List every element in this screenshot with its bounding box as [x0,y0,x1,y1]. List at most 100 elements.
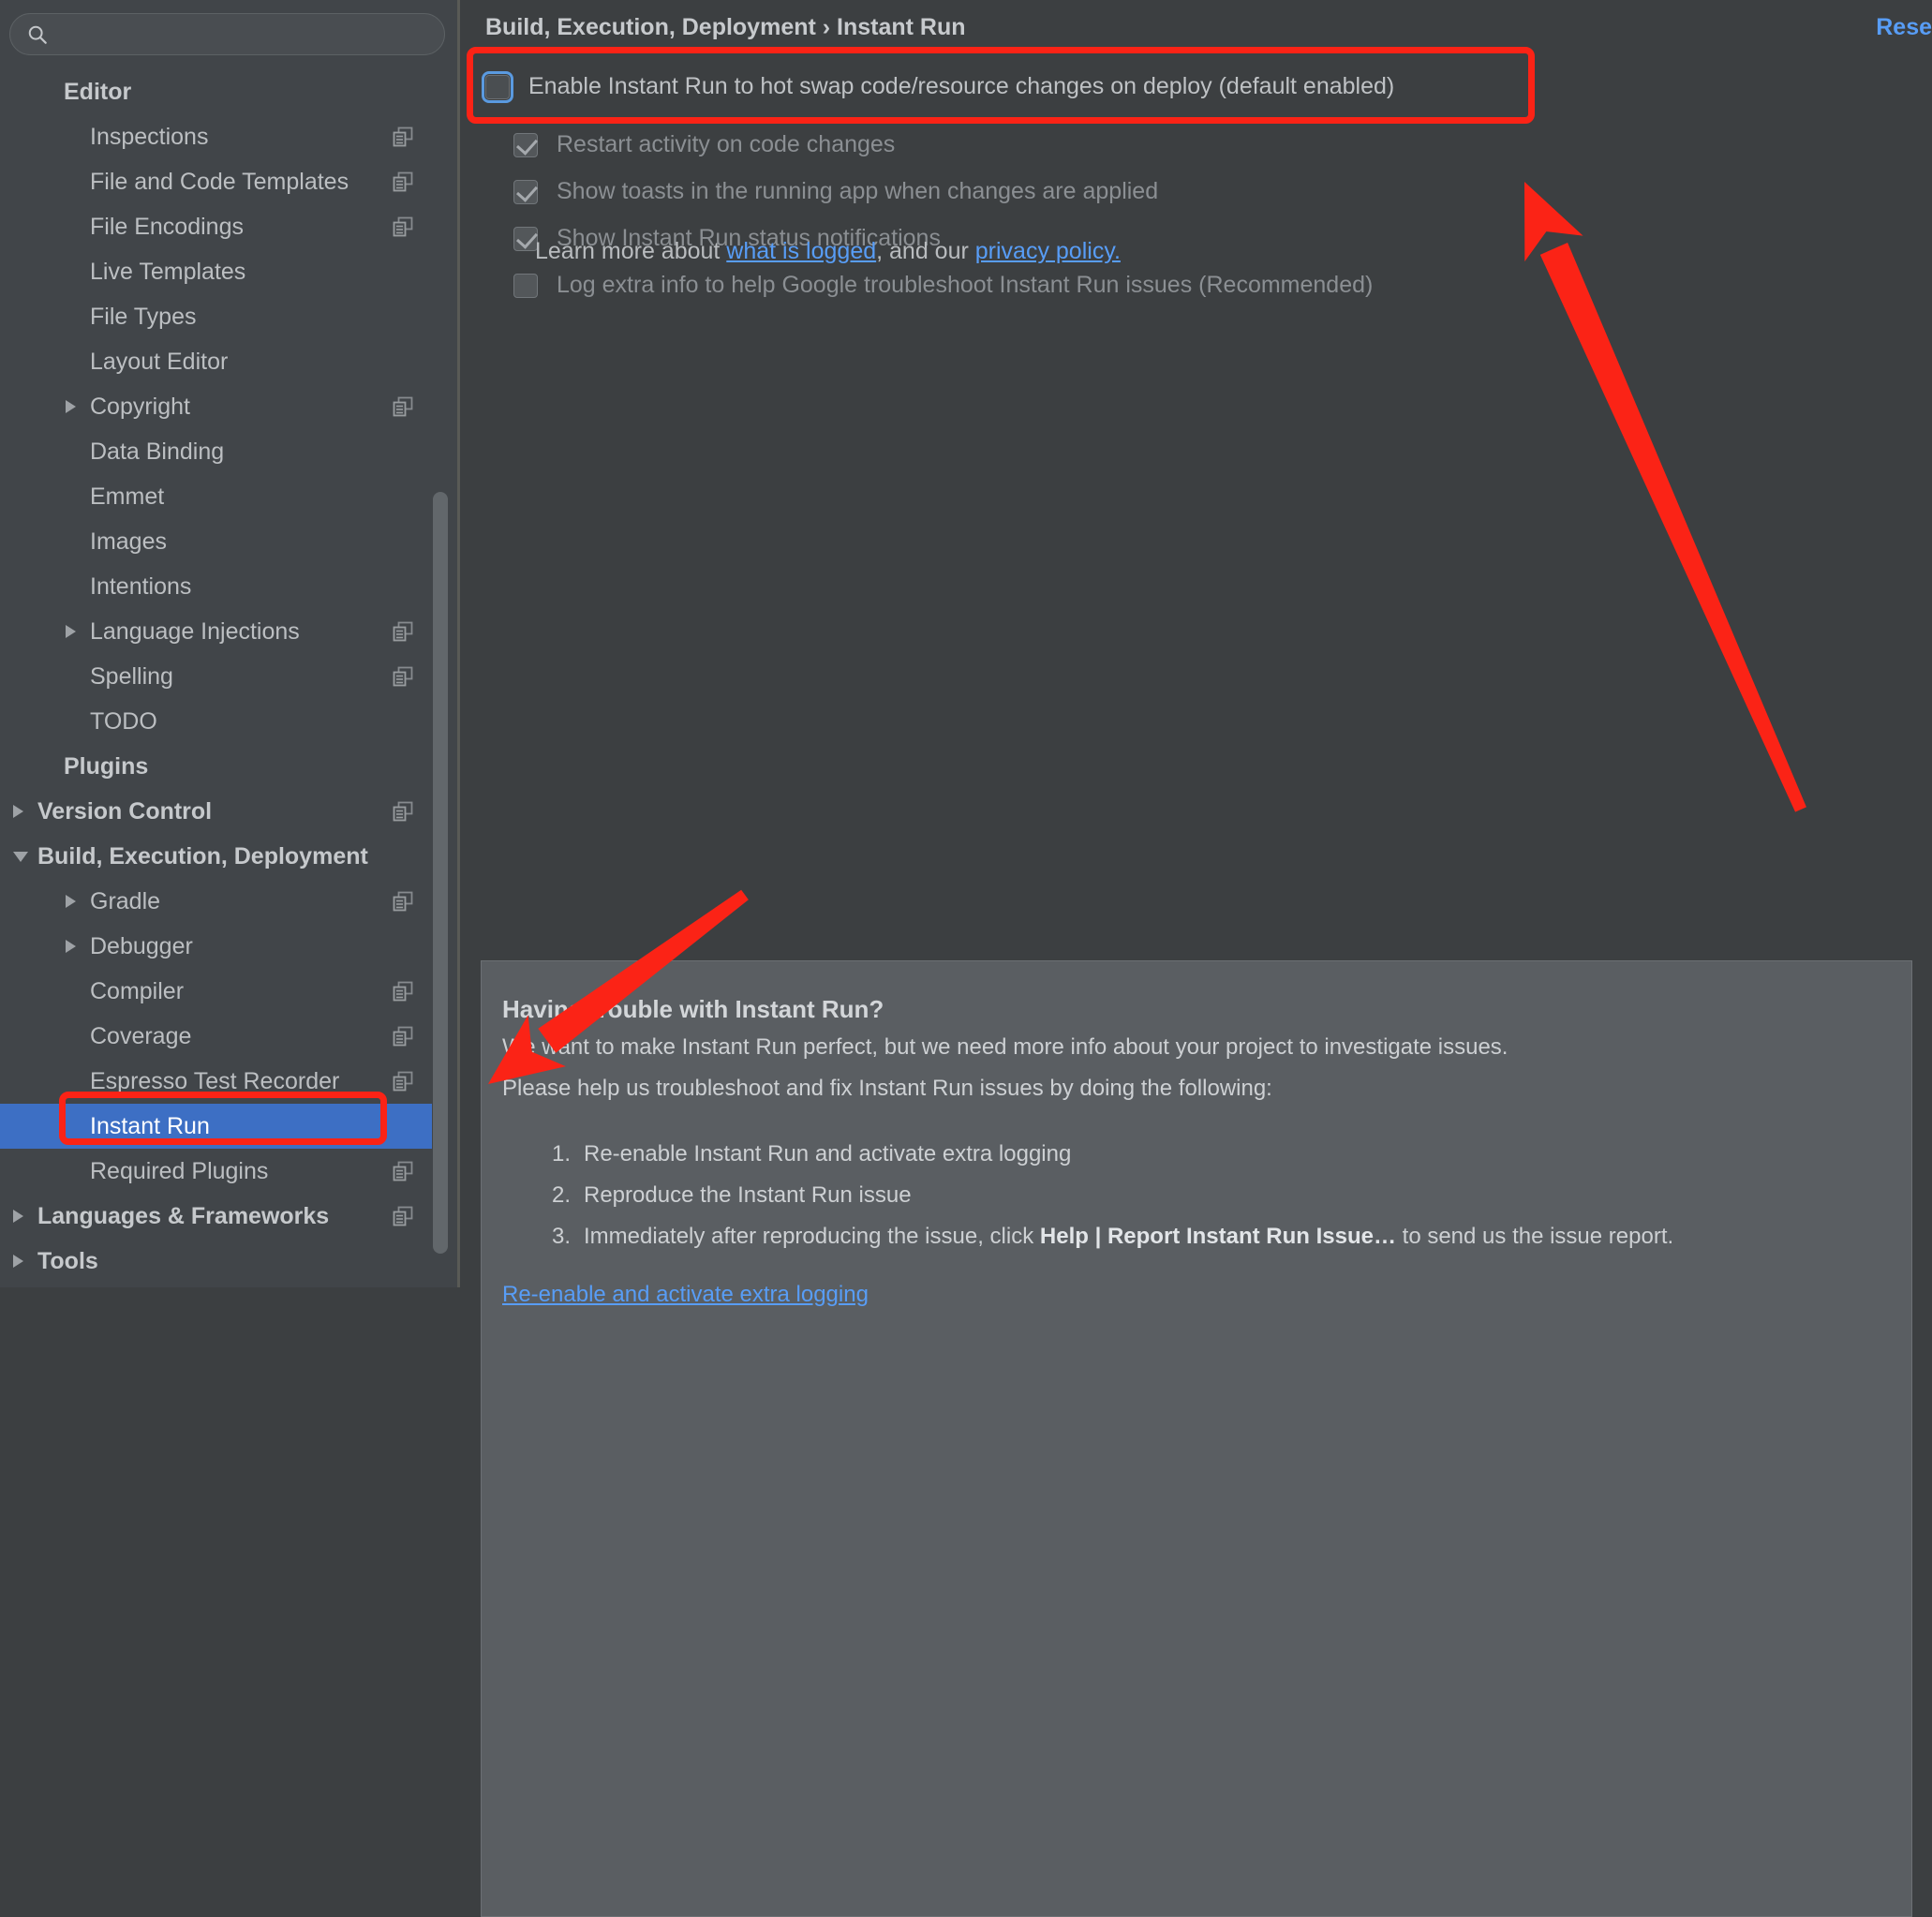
tree-expander[interactable] [66,400,90,413]
reset-link[interactable]: Rese [1876,14,1932,41]
step-text-post: to send us the issue report. [1395,1224,1674,1249]
sidebar-item-images[interactable]: Images [0,519,432,564]
sidebar-item-language-injections[interactable]: Language Injections [0,609,432,654]
sidebar-item-label: File Encodings [90,213,244,240]
chevron-down-icon[interactable] [13,851,28,862]
sidebar-item-emmet[interactable]: Emmet [0,474,432,519]
checkbox-0[interactable] [482,70,513,103]
copy-settings-icon [393,126,413,147]
breadcrumb: Build, Execution, Deployment › Instant R… [485,14,966,40]
sidebar-item-plugins[interactable]: Plugins [0,744,432,789]
sidebar-item-gradle[interactable]: Gradle [0,879,432,924]
step-number: 2. [552,1182,572,1208]
tree-expander[interactable] [13,851,37,862]
sidebar-item-label: Espresso Test Recorder [90,1067,340,1094]
re-enable-extra-logging-link[interactable]: Re-enable and activate extra logging [502,1282,869,1308]
sidebar-item-espresso-test-recorder[interactable]: Espresso Test Recorder [0,1059,432,1104]
learn-more-middle: , and our [876,238,975,264]
sidebar-item-tools[interactable]: Tools [0,1239,432,1284]
chevron-right-icon[interactable] [66,940,76,953]
copy-settings-icon [393,171,413,192]
privacy-policy-link[interactable]: privacy policy. [975,238,1121,264]
step-number: 1. [552,1141,572,1167]
settings-main-panel: Build, Execution, Deployment › Instant R… [460,0,1932,1917]
tree-expander[interactable] [66,625,90,638]
checkbox-1[interactable] [513,132,539,157]
checkbox-row-4[interactable]: Log extra info to help Google troublesho… [513,272,1373,299]
sidebar-item-editor[interactable]: Editor [0,69,432,114]
checkbox-2[interactable] [513,179,539,204]
search-input[interactable] [57,14,436,56]
copy-settings-icon [393,1026,413,1047]
tree-expander[interactable] [13,1255,37,1268]
sidebar-item-languages-frameworks[interactable]: Languages & Frameworks [0,1194,432,1239]
sidebar-item-build-execution-deployment[interactable]: Build, Execution, Deployment [0,834,432,879]
sidebar-item-kotlin-compiler[interactable]: Kotlin Compiler [0,1284,432,1287]
sidebar-item-file-types[interactable]: File Types [0,294,432,339]
sidebar-item-todo[interactable]: TODO [0,699,432,744]
sidebar-item-file-encodings[interactable]: File Encodings [0,204,432,249]
checkbox-label: Enable Instant Run to hot swap code/reso… [528,73,1395,99]
sidebar-item-label: Build, Execution, Deployment [37,842,368,869]
sidebar-item-label: File Types [90,303,197,330]
info-panel-paragraph-2: Please help us troubleshoot and fix Inst… [502,1076,1272,1101]
checkbox-row-0[interactable]: Enable Instant Run to hot swap code/reso… [482,70,1395,103]
sidebar-item-inspections[interactable]: Inspections [0,114,432,159]
checkbox-label: Restart activity on code changes [557,131,896,157]
tree-expander[interactable] [66,940,90,953]
sidebar-item-debugger[interactable]: Debugger [0,924,432,969]
checkbox-4[interactable] [513,273,538,298]
sidebar-item-spelling[interactable]: Spelling [0,654,432,699]
sidebar-item-label: Languages & Frameworks [37,1202,330,1229]
sidebar-item-label: Plugins [64,752,149,780]
sidebar-item-copyright[interactable]: Copyright [0,384,432,429]
what-is-logged-link[interactable]: what is logged [726,238,876,264]
sidebar-item-coverage[interactable]: Coverage [0,1014,432,1059]
focus-ring [482,70,513,103]
checkbox-row-1[interactable]: Restart activity on code changes [513,131,895,158]
info-panel-paragraph-1: We want to make Instant Run perfect, but… [502,1034,1508,1060]
checkbox-row-2[interactable]: Show toasts in the running app when chan… [513,178,1158,205]
copy-settings-icon [393,621,413,642]
sidebar-scrollbar-thumb[interactable] [433,492,448,1254]
sidebar-item-label: File and Code Templates [90,168,349,195]
sidebar-item-data-binding[interactable]: Data Binding [0,429,432,474]
sidebar-item-compiler[interactable]: Compiler [0,969,432,1014]
chevron-right-icon[interactable] [13,805,23,818]
sidebar-item-required-plugins[interactable]: Required Plugins [0,1149,432,1194]
checkbox-label: Log extra info to help Google troublesho… [557,272,1374,298]
sidebar-item-label: Tools [37,1247,98,1274]
chevron-right-icon[interactable] [66,400,76,413]
sidebar-scrollbar-track[interactable] [433,0,448,1287]
sidebar-item-label: Editor [64,78,132,105]
info-panel-title: Having trouble with Instant Run? [502,995,884,1023]
search-box[interactable] [9,13,445,56]
sidebar-item-label: Data Binding [90,438,225,465]
tree-expander[interactable] [13,1210,37,1223]
sidebar-item-label: Language Injections [90,617,300,645]
sidebar-item-layout-editor[interactable]: Layout Editor [0,339,432,384]
sidebar-item-version-control[interactable]: Version Control [0,789,432,834]
copy-settings-icon [393,216,413,237]
copy-settings-icon [393,801,413,822]
sidebar-item-label: TODO [90,707,157,735]
sidebar-item-intentions[interactable]: Intentions [0,564,432,609]
info-panel-step: 2. Reproduce the Instant Run issue [552,1182,912,1209]
sidebar-item-label: Gradle [90,887,161,914]
chevron-right-icon[interactable] [13,1255,23,1268]
sidebar-item-file-and-code-templates[interactable]: File and Code Templates [0,159,432,204]
sidebar-item-live-templates[interactable]: Live Templates [0,249,432,294]
sidebar-item-instant-run[interactable]: Instant Run [0,1104,432,1149]
chevron-right-icon[interactable] [13,1210,23,1223]
chevron-right-icon[interactable] [66,625,76,638]
step-text-pre: Reproduce the Instant Run issue [584,1182,912,1208]
tree-expander[interactable] [66,895,90,908]
step-text-pre: Re-enable Instant Run and activate extra… [584,1141,1072,1167]
sidebar-item-label: Required Plugins [90,1157,269,1184]
search-icon [28,25,47,44]
settings-sidebar: Editor Inspections File and Code Templates… [0,0,459,1287]
sidebar-item-label: Inspections [90,123,209,150]
tree-expander[interactable] [13,805,37,818]
sidebar-item-label: Layout Editor [90,348,229,375]
chevron-right-icon[interactable] [66,895,76,908]
